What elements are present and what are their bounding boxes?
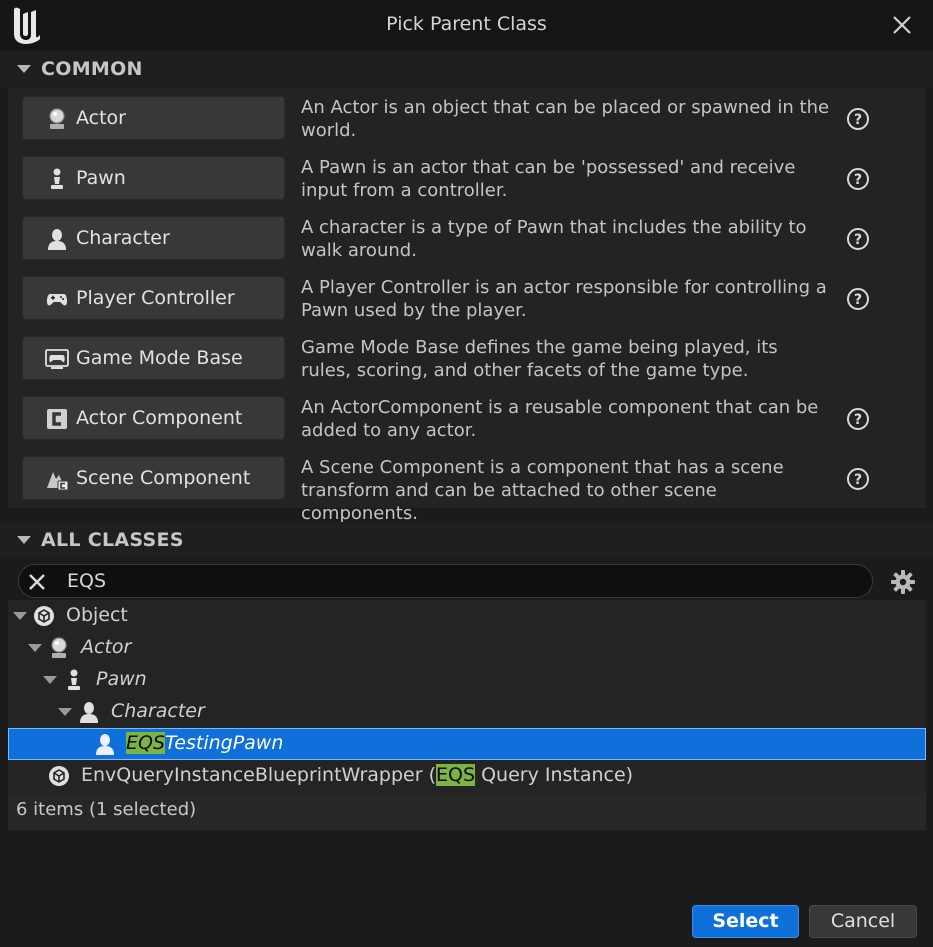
character-class-label: Character [76,227,170,249]
scene-component-class-description: A Scene Component is a component that ha… [301,457,784,524]
actor-component-class-button[interactable]: Actor Component [22,396,285,440]
tree-item-label: EQSTestingPawn [126,732,283,754]
help-icon[interactable]: ? [846,167,870,191]
pawn-class-description: A Pawn is an actor that can be 'possesse… [301,157,796,201]
common-class-row: Game Mode Base Game Mode Base defines th… [8,328,926,388]
expand-arrow-icon[interactable] [58,708,72,716]
tree-item-label: Object [66,604,128,626]
item-count-status: 6 items (1 selected) [16,799,197,820]
common-class-row: Actor An Actor is an object that can be … [8,88,926,148]
svg-text:?: ? [854,292,862,308]
tree-row-character[interactable]: Character [8,696,926,728]
player-controller-class-button[interactable]: Player Controller [22,276,285,320]
player-controller-class-label: Player Controller [76,287,235,309]
help-icon[interactable]: ? [846,287,870,311]
help-icon[interactable]: ? [846,107,870,131]
cancel-button[interactable]: Cancel [809,905,917,938]
window-title: Pick Parent Class [386,13,547,35]
game-mode-icon [45,349,69,369]
class-tree: Object Actor Pawn Character EQSTestingPa… [8,600,926,794]
expand-arrow-icon[interactable] [13,612,27,620]
tree-row-object[interactable]: Object [8,600,926,632]
expand-arrow-icon[interactable] [28,644,42,652]
actor-class-label: Actor [76,107,126,129]
title-bar: Pick Parent Class [0,0,933,50]
character-icon [96,734,114,755]
pawn-icon [51,168,63,189]
all-classes-section-header[interactable]: ALL CLASSES [0,522,933,558]
common-section-label: COMMON [41,58,143,80]
tree-row-env-query-wrapper[interactable]: EnvQueryInstanceBlueprintWrapper (EQS Qu… [8,760,926,792]
close-icon[interactable] [891,14,913,36]
gear-icon[interactable] [889,568,917,596]
game-mode-base-class-button[interactable]: Game Mode Base [22,336,285,380]
common-section-header[interactable]: COMMON [0,51,933,87]
tree-item-label-pre: EnvQueryInstanceBlueprintWrapper ( [81,764,436,786]
player-controller-class-description: A Player Controller is an actor responsi… [301,277,827,321]
class-search-box [18,564,873,598]
scene-component-icon [47,472,69,491]
scene-component-class-label: Scene Component [76,467,251,489]
collapse-arrow-icon [17,65,31,73]
game-mode-base-class-label: Game Mode Base [76,347,243,369]
pawn-icon [68,669,80,690]
help-icon[interactable]: ? [846,467,870,491]
tree-item-label-post: Query Instance) [475,764,634,786]
tree-item-label-rest: TestingPawn [165,732,284,754]
actor-class-button[interactable]: Actor [22,96,285,140]
actor-icon [49,108,65,129]
game-mode-base-class-description: Game Mode Base defines the game being pl… [301,337,778,381]
help-icon[interactable]: ? [846,407,870,431]
collapse-arrow-icon [17,536,31,544]
pawn-class-label: Pawn [76,167,126,189]
common-classes-panel: Actor An Actor is an object that can be … [8,88,926,524]
object-icon [34,606,54,626]
tree-item-label: Actor [81,636,132,658]
svg-text:?: ? [854,232,862,248]
help-icon[interactable]: ? [846,227,870,251]
actor-icon [51,637,67,658]
tree-row-pawn[interactable]: Pawn [8,664,926,696]
character-class-button[interactable]: Character [22,216,285,260]
common-class-row: Actor Component An ActorComponent is a r… [8,388,926,448]
class-search-input[interactable] [67,568,847,594]
svg-text:?: ? [854,112,862,128]
scene-component-class-button[interactable]: Scene Component [22,456,285,500]
actor-component-class-description: An ActorComponent is a reusable componen… [301,397,819,441]
svg-text:?: ? [854,412,862,428]
common-class-row: Player Controller A Player Controller is… [8,268,926,328]
tree-row-actor[interactable]: Actor [8,632,926,664]
expand-arrow-icon[interactable] [43,676,57,684]
actor-class-description: An Actor is an object that can be placed… [301,97,830,141]
common-class-row: Character A character is a type of Pawn … [8,208,926,268]
search-match-highlight: EQS [436,764,476,786]
character-icon [80,702,98,723]
all-classes-section-label: ALL CLASSES [41,529,184,551]
svg-text:?: ? [854,472,862,488]
tree-item-label: EnvQueryInstanceBlueprintWrapper (EQS Qu… [81,764,633,786]
svg-text:?: ? [854,172,862,188]
search-match-highlight: EQS [126,732,166,754]
common-class-row: Scene Component A Scene Component is a c… [8,448,926,524]
object-icon [49,766,69,786]
status-bar: 6 items (1 selected) [8,794,926,830]
character-icon [48,229,66,250]
tree-item-label: Pawn [96,668,147,690]
common-class-row: Pawn A Pawn is an actor that can be 'pos… [8,148,926,208]
actor-component-icon [47,409,67,429]
tree-item-label: Character [111,700,205,722]
actor-component-class-label: Actor Component [76,407,243,429]
gamepad-icon [46,294,68,306]
select-button[interactable]: Select [692,905,799,938]
tree-row-eqs-testing-pawn[interactable]: EQSTestingPawn [8,728,926,760]
character-class-description: A character is a type of Pawn that inclu… [301,217,807,261]
clear-search-icon[interactable] [25,570,49,594]
pawn-class-button[interactable]: Pawn [22,156,285,200]
